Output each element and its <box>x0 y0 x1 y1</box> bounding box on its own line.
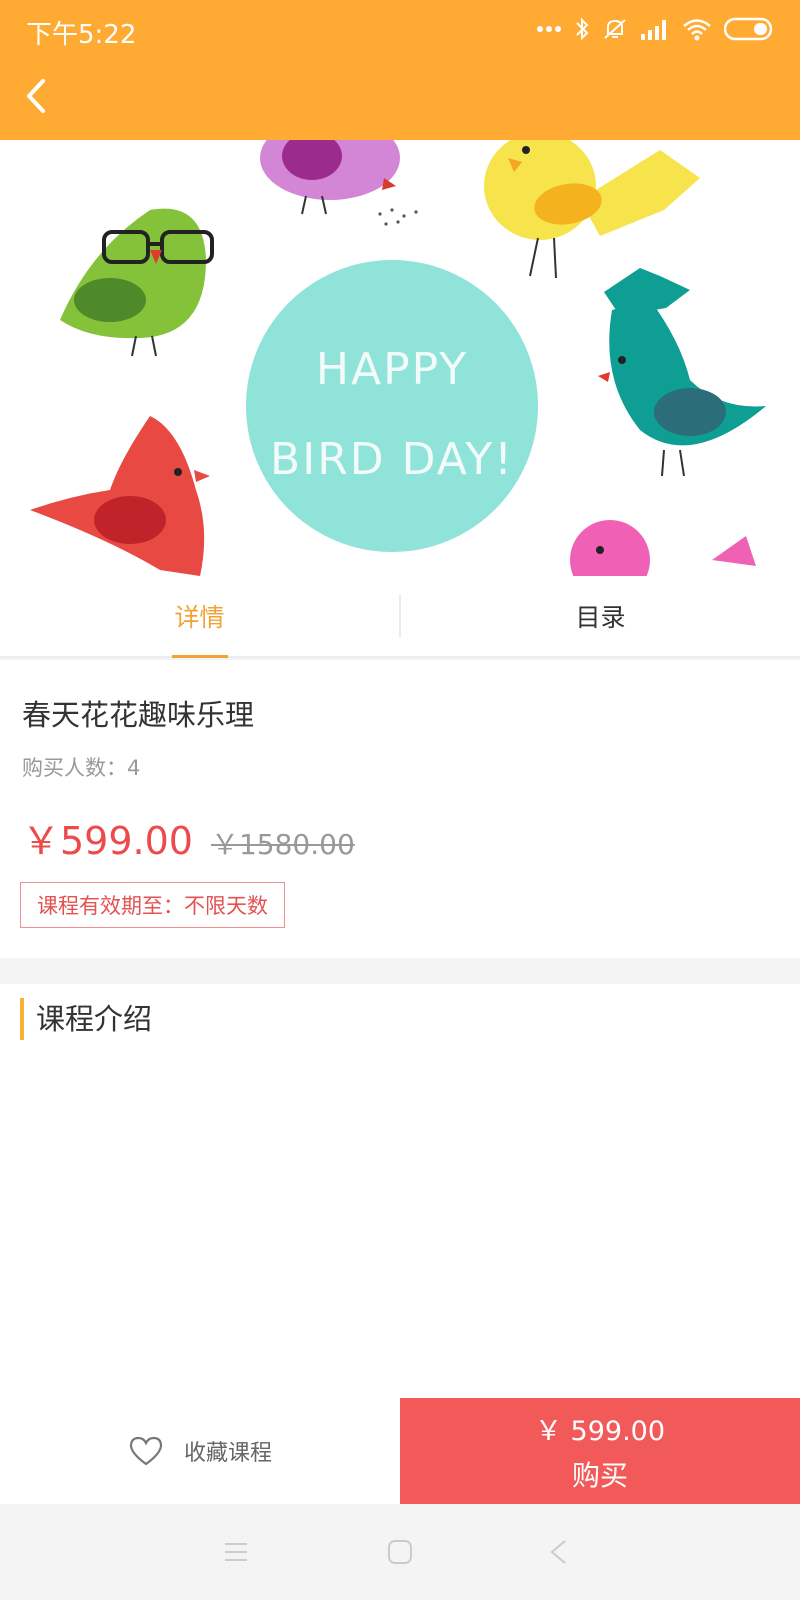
price-row: ￥599.00 ￥1580.00 <box>22 810 355 865</box>
pink-bird <box>570 520 756 576</box>
buy-price: ￥ 599.00 <box>534 1415 666 1447</box>
buy-button[interactable]: ￥ 599.00 购买 <box>400 1398 800 1504</box>
course-info: 春天花花趣味乐理 购买人数：4 ￥599.00 ￥1580.00 课程有效期至：… <box>0 660 800 958</box>
green-bird <box>60 208 214 357</box>
app: 下午5:22 HAPPY BIRD DAY! 详情 目录 春天花花趣味乐理 购买… <box>0 0 800 1600</box>
more-dots-icon <box>537 26 561 32</box>
red-bird <box>30 416 210 576</box>
favorite-button[interactable]: 收藏课程 <box>0 1398 400 1504</box>
tab-catalog[interactable]: 目录 <box>401 576 800 656</box>
menu-nav-button[interactable] <box>218 1534 254 1570</box>
signal-icon <box>641 20 666 40</box>
wifi-icon <box>683 19 711 41</box>
buy-label: 购买 <box>571 1458 628 1492</box>
back-icon <box>550 1540 566 1564</box>
favorite-label: 收藏课程 <box>183 1441 272 1466</box>
back-button[interactable] <box>14 72 58 120</box>
bluetooth-icon <box>576 17 589 41</box>
back-nav-button[interactable] <box>540 1534 576 1570</box>
action-bar: 收藏课程 ￥ 599.00 购买 <box>0 1398 800 1504</box>
course-banner: HAPPY BIRD DAY! <box>0 140 800 576</box>
course-title: 春天花花趣味乐理 <box>22 698 255 732</box>
course-intro: 课程介绍 <box>0 984 800 1398</box>
status-time: 下午5:22 <box>26 20 137 50</box>
menu-icon <box>225 1543 247 1561</box>
teal-bird <box>598 268 766 477</box>
heart-icon <box>129 1436 163 1466</box>
battery-icon <box>724 17 773 41</box>
buyer-count: 购买人数：4 <box>22 756 141 780</box>
yellow-bird <box>484 140 700 279</box>
tab-details[interactable]: 详情 <box>0 576 399 658</box>
validity-badge: 课程有效期至：不限天数 <box>20 882 285 928</box>
home-nav-button[interactable] <box>382 1534 418 1570</box>
banner-text-line2: BIRD DAY! <box>270 434 514 485</box>
banner-text-line1: HAPPY <box>316 344 468 395</box>
intro-title: 课程介绍 <box>36 1002 153 1036</box>
header-bar: 下午5:22 <box>0 0 800 140</box>
home-icon <box>388 1540 412 1564</box>
intro-accent-bar <box>20 998 24 1040</box>
bird-illustration: HAPPY BIRD DAY! <box>30 140 766 576</box>
current-price: ￥599.00 <box>22 819 193 863</box>
tab-bar: 详情 目录 <box>0 576 800 658</box>
original-price: ￥1580.00 <box>210 828 355 861</box>
purple-bird <box>260 140 418 226</box>
mute-icon <box>604 19 626 39</box>
system-nav-bar <box>0 1504 800 1600</box>
chevron-left-icon <box>27 79 45 113</box>
status-icons <box>536 14 774 44</box>
